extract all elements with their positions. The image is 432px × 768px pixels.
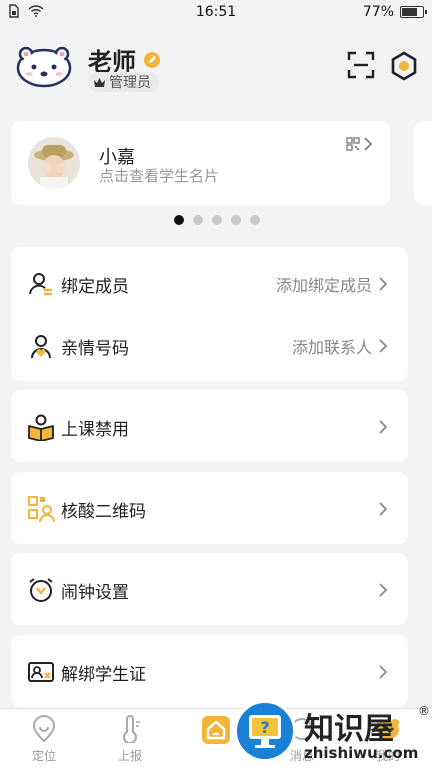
settings-hexagon-icon[interactable] — [388, 50, 420, 82]
menu-value: 添加联系人 — [291, 338, 372, 357]
watermark-text: 知识屋 — [304, 712, 394, 747]
menu-label: 亲情号码 — [61, 338, 129, 359]
menu-label: 核酸二维码 — [61, 501, 146, 522]
menu-label: 绑定成员 — [61, 276, 129, 297]
watermark: ? 知识屋 ® zhishiwu.com — [232, 700, 432, 768]
menu-row-bind-member[interactable]: 绑定成员 添加绑定成员 — [11, 253, 408, 315]
person-heart-icon — [27, 332, 55, 360]
battery-percent: 77% — [362, 4, 394, 20]
profile-header: 老师 管理员 — [0, 36, 432, 100]
alarm-clock-icon — [27, 576, 55, 604]
menu-group: 核酸二维码 — [11, 472, 408, 544]
carousel-dot[interactable] — [174, 215, 184, 225]
role-label: 管理员 — [109, 75, 151, 91]
book-reader-icon — [27, 413, 55, 442]
status-bar: 16:51 77% — [0, 0, 432, 24]
chevron-right-icon — [379, 420, 388, 434]
bear-avatar-icon[interactable] — [16, 44, 72, 88]
role-badge: 管理员 — [88, 72, 159, 92]
student-card-hint: 点击查看学生名片 — [99, 167, 220, 185]
menu-group: 绑定成员 添加绑定成员亲情号码 添加联系人 — [11, 247, 408, 381]
tab-label-report: 上报 — [117, 749, 142, 763]
person-add-icon — [27, 270, 55, 298]
student-avatar — [28, 137, 80, 189]
watermark-registered: ® — [418, 704, 430, 718]
tab-report[interactable]: 上报 — [100, 715, 160, 764]
carousel-dot[interactable] — [193, 215, 203, 225]
watermark-url: zhishiwu.com — [304, 744, 419, 762]
menu-value: 添加绑定成员 — [275, 276, 372, 295]
chevron-right-icon — [379, 583, 388, 597]
carousel-dots — [174, 215, 260, 225]
chevron-right-icon — [379, 277, 388, 291]
home-icon — [202, 716, 230, 744]
menu-label: 上课禁用 — [61, 419, 129, 440]
svg-text:?: ? — [260, 718, 269, 737]
scan-icon[interactable] — [346, 50, 376, 80]
battery-icon — [400, 6, 427, 18]
next-student-card[interactable] — [414, 121, 432, 205]
menu-row-nucleic-qr[interactable]: 核酸二维码 — [11, 478, 408, 540]
menu-row-class-disable[interactable]: 上课禁用 — [11, 396, 408, 458]
edit-name-icon[interactable] — [144, 51, 160, 68]
chevron-right-icon — [364, 137, 372, 151]
menu-label: 闹钟设置 — [61, 582, 129, 603]
menu-label: 解绑学生证 — [61, 664, 146, 685]
carousel-dot[interactable] — [231, 215, 241, 225]
student-qr-button[interactable] — [346, 137, 372, 151]
location-pin-icon — [32, 715, 56, 743]
chevron-right-icon — [379, 665, 388, 679]
menu-group: 解绑学生证 — [11, 635, 408, 707]
watermark-logo: ? — [234, 700, 296, 762]
chevron-right-icon — [379, 502, 388, 516]
thermometer-icon — [123, 715, 140, 743]
menu-row-unbind-card[interactable]: 解绑学生证 — [11, 641, 408, 703]
tab-location[interactable]: 定位 — [14, 715, 74, 764]
id-card-icon — [27, 658, 55, 686]
carousel-dot[interactable] — [250, 215, 260, 225]
tab-label-location: 定位 — [31, 749, 56, 763]
menu-row-alarm[interactable]: 闹钟设置 — [11, 559, 408, 621]
student-card[interactable]: 小嘉 点击查看学生名片 — [11, 121, 390, 205]
carousel-dot[interactable] — [212, 215, 222, 225]
qr-code-icon — [346, 137, 360, 151]
crown-icon — [94, 77, 105, 87]
chevron-right-icon — [379, 339, 388, 353]
menu-row-family-number[interactable]: 亲情号码 添加联系人 — [11, 315, 408, 377]
menu-group: 闹钟设置 — [11, 553, 408, 625]
qr-person-icon — [27, 495, 55, 523]
menu-group: 上课禁用 — [11, 390, 408, 462]
